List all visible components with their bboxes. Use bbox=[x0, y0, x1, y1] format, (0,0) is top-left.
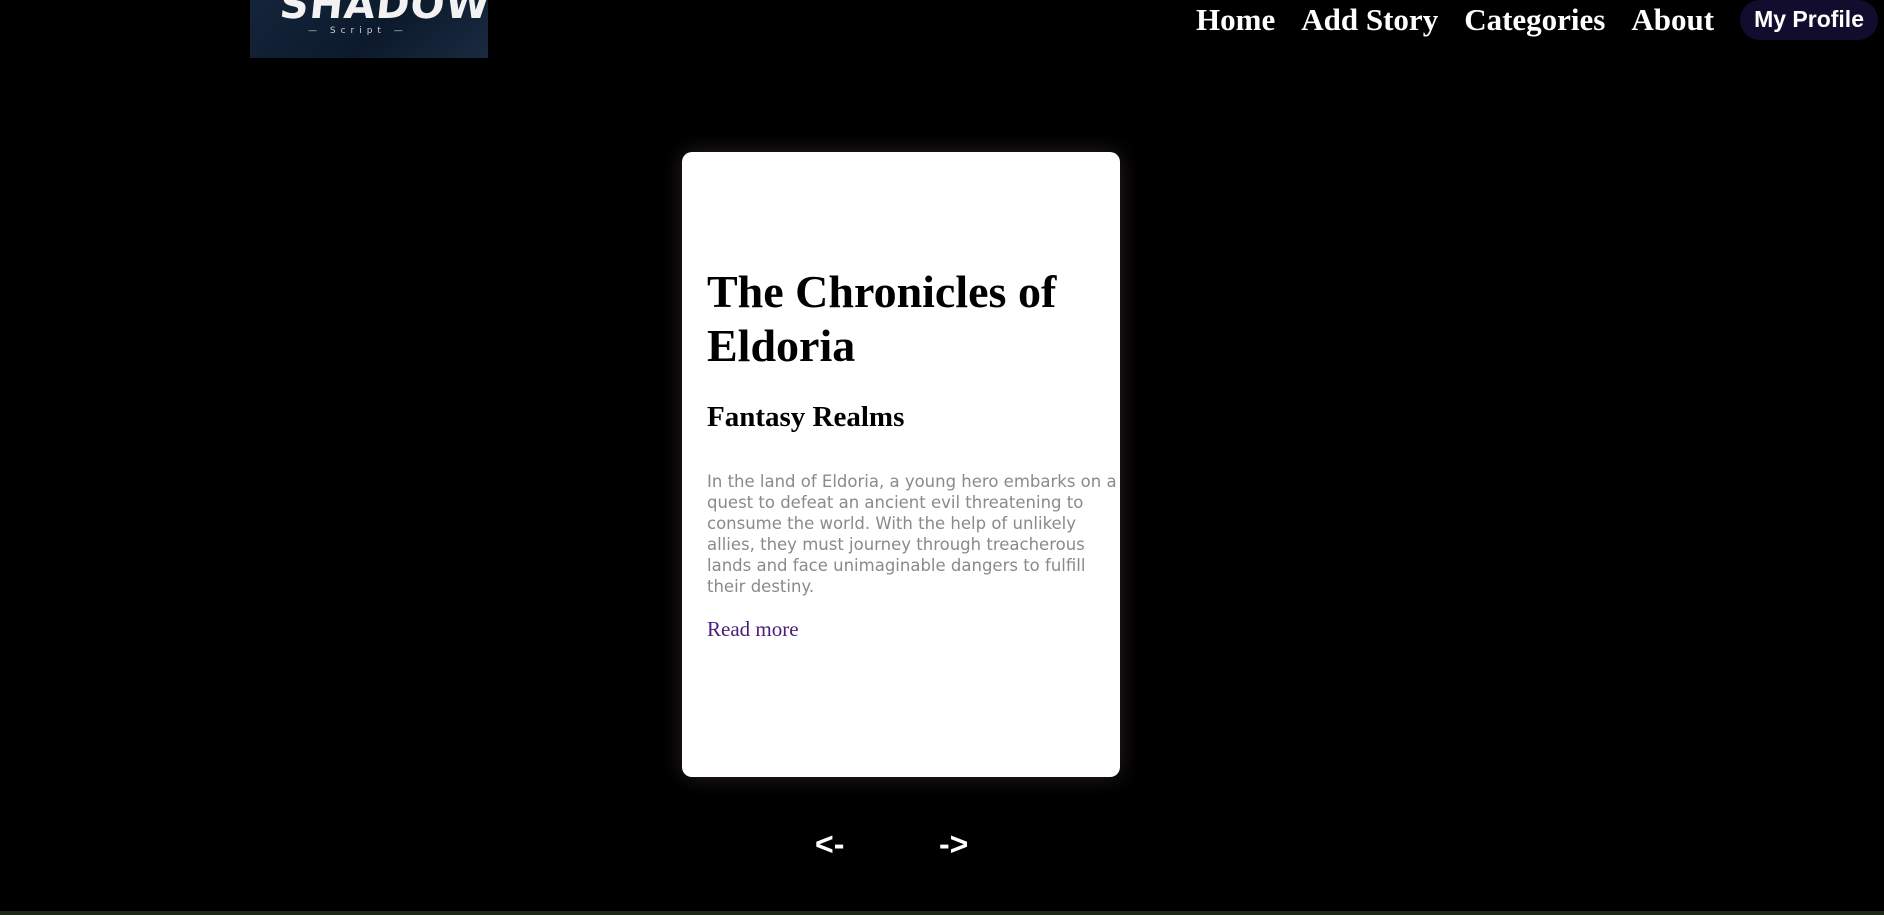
my-profile-button[interactable]: My Profile bbox=[1740, 0, 1878, 40]
nav-about-link[interactable]: About bbox=[1631, 4, 1714, 36]
story-description: In the land of Eldoria, a young hero emb… bbox=[707, 472, 1117, 596]
nav-categories-link[interactable]: Categories bbox=[1464, 4, 1605, 36]
logo-text: SHADOW bbox=[277, 0, 488, 28]
story-card: The Chronicles of Eldoria Fantasy Realms… bbox=[682, 152, 1120, 777]
nav-home-link[interactable]: Home bbox=[1196, 4, 1275, 36]
read-more-link[interactable]: Read more bbox=[707, 616, 799, 642]
footer-divider bbox=[0, 911, 1884, 915]
main-nav: Home Add Story Categories About My Profi… bbox=[1170, 0, 1878, 40]
site-logo[interactable]: SHADOW — Script — bbox=[250, 0, 488, 58]
next-story-button[interactable]: -> bbox=[939, 826, 968, 862]
previous-story-button[interactable]: <- bbox=[815, 826, 844, 862]
logo-subtext: — Script — bbox=[308, 26, 408, 36]
story-category: Fantasy Realms bbox=[707, 401, 905, 433]
story-title: The Chronicles of Eldoria bbox=[707, 266, 1057, 371]
page: SHADOW — Script — Home Add Story Categor… bbox=[0, 0, 1884, 915]
nav-add-story-link[interactable]: Add Story bbox=[1301, 4, 1438, 36]
